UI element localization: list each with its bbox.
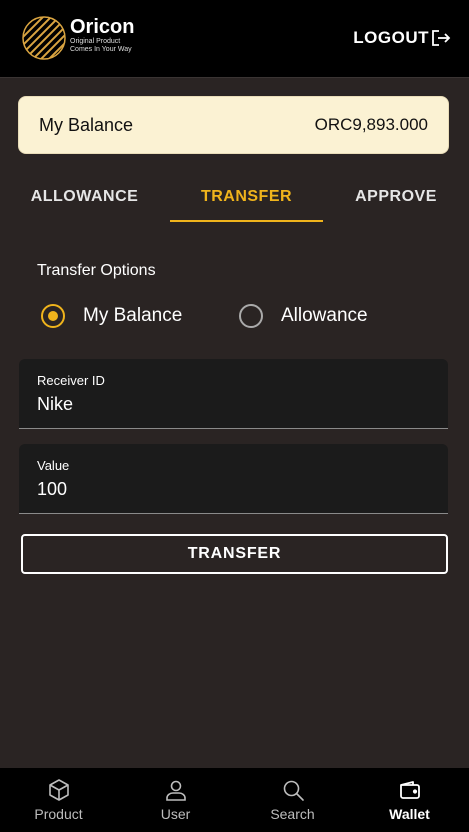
value-input[interactable]: 100 xyxy=(37,479,430,500)
search-icon xyxy=(283,780,304,801)
wallet-icon xyxy=(399,781,420,799)
value-field[interactable]: Value 100 xyxy=(19,444,448,514)
transfer-options-label: Transfer Options xyxy=(37,262,156,279)
nav-user[interactable]: User xyxy=(117,768,234,832)
box-icon xyxy=(48,779,69,801)
value-label: Value xyxy=(37,458,70,473)
nav-wallet-label: Wallet xyxy=(389,806,430,822)
tab-approve[interactable]: APPROVE xyxy=(323,172,469,222)
transfer-button[interactable]: TRANSFER xyxy=(21,534,448,574)
radio-unchecked-icon[interactable] xyxy=(239,304,263,328)
brand-logo xyxy=(22,16,66,60)
tab-bar: ALLOWANCE TRANSFER APPROVE xyxy=(0,172,469,224)
brand-name: Oricon xyxy=(70,16,135,38)
brand-tagline-2: Comes In Your Way xyxy=(70,46,132,53)
brand-tagline-1: Original Product xyxy=(70,38,121,45)
balance-card: My Balance ORC9,893.000 xyxy=(18,96,449,154)
nav-wallet[interactable]: Wallet xyxy=(351,768,468,832)
radio-label-my-balance: My Balance xyxy=(83,305,183,326)
nav-search-label: Search xyxy=(270,806,315,822)
brand: Oricon Original Product Comes In Your Wa… xyxy=(70,16,134,54)
logout-label: LOGOUT xyxy=(353,28,429,47)
nav-search[interactable]: Search xyxy=(234,768,351,832)
logout-button[interactable]: LOGOUT xyxy=(353,28,451,48)
receiver-id-label: Receiver ID xyxy=(37,373,105,388)
user-icon xyxy=(165,780,186,801)
logout-icon xyxy=(432,30,451,46)
balance-label: My Balance xyxy=(39,114,134,135)
radio-checked-icon[interactable] xyxy=(41,304,65,328)
receiver-id-input[interactable]: Nike xyxy=(37,394,430,415)
tab-allowance[interactable]: ALLOWANCE xyxy=(0,172,169,222)
nav-product[interactable]: Product xyxy=(0,768,117,832)
nav-user-label: User xyxy=(160,806,191,822)
radio-option-my-balance[interactable]: My Balance xyxy=(41,304,182,328)
radio-label-allowance: Allowance xyxy=(281,305,368,326)
tab-active-indicator xyxy=(170,220,323,222)
radio-option-allowance[interactable]: Allowance xyxy=(239,304,368,328)
tab-transfer[interactable]: TRANSFER xyxy=(170,172,323,222)
balance-value: ORC9,893.000 xyxy=(314,115,428,134)
bottom-nav: Product User Search Wallet xyxy=(0,768,469,832)
nav-product-label: Product xyxy=(34,806,83,822)
app-header: Oricon Original Product Comes In Your Wa… xyxy=(0,0,469,78)
receiver-id-field[interactable]: Receiver ID Nike xyxy=(19,359,448,429)
